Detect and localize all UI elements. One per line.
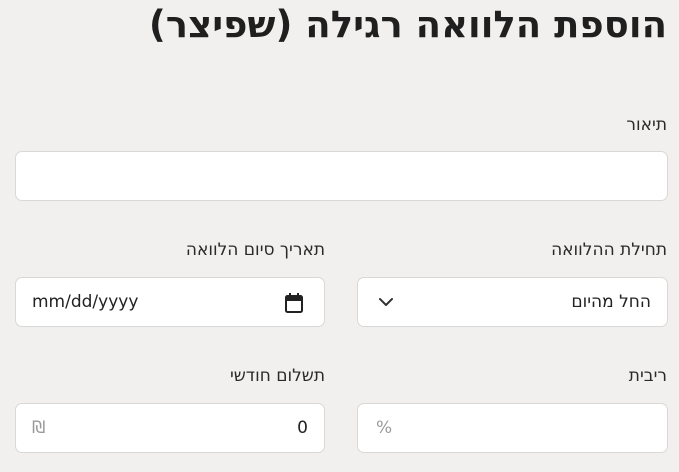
monthly-payment-value: 0: [297, 418, 308, 438]
chevron-down-icon: [378, 295, 394, 309]
monthly-payment-input[interactable]: 0 ₪: [15, 403, 325, 453]
loan-start-select[interactable]: החל מהיום: [357, 277, 668, 327]
loan-start-selected-value: החל מהיום: [571, 292, 651, 312]
loan-end-date-label: תאריך סיום הלוואה: [185, 240, 325, 260]
percent-suffix: %: [376, 418, 393, 438]
monthly-payment-label: תשלום חודשי: [229, 366, 325, 386]
date-placeholder: mm/dd/yyyy: [32, 292, 139, 312]
interest-input[interactable]: %: [357, 403, 668, 453]
loan-end-date-input[interactable]: mm/dd/yyyy: [15, 277, 325, 327]
page-title: הוספת הלוואה רגילה (שפיצר): [148, 3, 667, 46]
description-label: תיאור: [626, 115, 667, 135]
shekel-suffix: ₪: [32, 418, 46, 438]
add-loan-form-page: הוספת הלוואה רגילה (שפיצר) תיאור תחילת ה…: [0, 0, 679, 472]
description-input[interactable]: [15, 151, 668, 201]
interest-label: ריבית: [628, 366, 667, 386]
loan-start-label: תחילת ההלוואה: [551, 240, 667, 260]
calendar-icon[interactable]: [284, 292, 304, 314]
